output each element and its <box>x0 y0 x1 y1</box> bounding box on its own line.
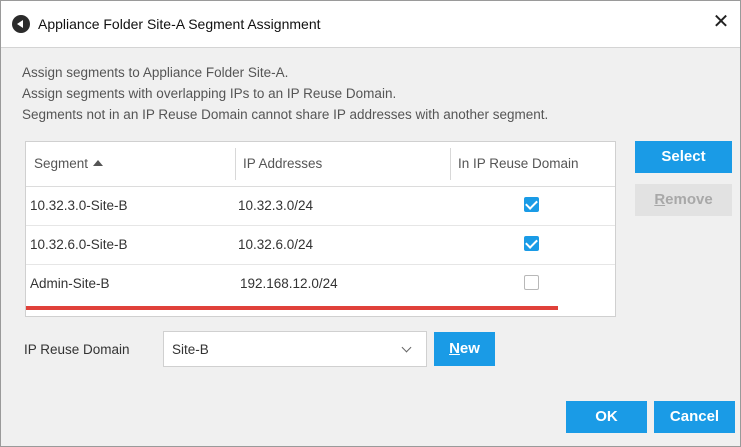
column-divider <box>450 148 451 180</box>
segment-assignment-dialog: Appliance Folder Site-A Segment Assignme… <box>0 0 741 447</box>
table-row[interactable]: Admin-Site-B 192.168.12.0/24 <box>26 265 615 303</box>
segments-table: Segment IP Addresses In IP Reuse Domain … <box>25 141 616 317</box>
segment-cell: 10.32.6.0-Site-B <box>30 237 128 252</box>
ip-reuse-domain-value: Site-B <box>172 342 209 357</box>
description-line-3: Segments not in an IP Reuse Domain canno… <box>22 107 549 122</box>
close-icon[interactable]: ✕ <box>710 11 732 33</box>
column-header-in-ip-reuse-domain[interactable]: In IP Reuse Domain <box>458 142 579 186</box>
ip-address-cell: 10.32.6.0/24 <box>238 237 314 252</box>
remove-button[interactable]: Remove <box>635 184 732 216</box>
column-header-label: Segment <box>34 156 89 171</box>
in-ip-reuse-domain-checkbox[interactable] <box>524 275 539 290</box>
ip-reuse-domain-label: IP Reuse Domain <box>24 342 130 357</box>
select-button[interactable]: Select <box>635 141 732 173</box>
remove-label: emove <box>665 191 713 208</box>
remove-mnemonic: R <box>654 191 666 208</box>
sort-ascending-icon <box>93 160 104 166</box>
description-line-1: Assign segments to Appliance Folder Site… <box>22 65 289 80</box>
segment-cell: Admin-Site-B <box>30 276 110 291</box>
ip-address-cell: 10.32.3.0/24 <box>238 198 314 213</box>
new-label: ew <box>459 340 480 357</box>
column-divider <box>235 148 236 180</box>
table-header: Segment IP Addresses In IP Reuse Domain <box>26 142 615 187</box>
back-arrow-circle-icon <box>12 15 30 33</box>
title-bar: Appliance Folder Site-A Segment Assignme… <box>1 1 740 48</box>
table-row[interactable]: 10.32.3.0-Site-B 10.32.3.0/24 <box>26 187 615 226</box>
in-ip-reuse-domain-checkbox[interactable] <box>524 197 539 212</box>
new-domain-button[interactable]: New <box>434 332 495 366</box>
ip-reuse-domain-select[interactable]: Site-B <box>163 331 427 367</box>
cancel-button[interactable]: Cancel <box>654 401 735 433</box>
segment-cell: 10.32.3.0-Site-B <box>30 198 128 213</box>
description-line-2: Assign segments with overlapping IPs to … <box>22 86 397 101</box>
column-header-segment[interactable]: Segment <box>34 142 104 186</box>
column-header-ip-addresses[interactable]: IP Addresses <box>243 142 322 186</box>
in-ip-reuse-domain-checkbox[interactable] <box>524 236 539 251</box>
ok-button[interactable]: OK <box>566 401 647 433</box>
window-title: Appliance Folder Site-A Segment Assignme… <box>38 16 321 32</box>
new-mnemonic: N <box>449 340 460 357</box>
highlight-underline <box>26 306 558 310</box>
ip-address-cell: 192.168.12.0/24 <box>240 276 338 291</box>
table-row[interactable]: 10.32.6.0-Site-B 10.32.6.0/24 <box>26 226 615 265</box>
chevron-down-icon <box>401 342 412 353</box>
